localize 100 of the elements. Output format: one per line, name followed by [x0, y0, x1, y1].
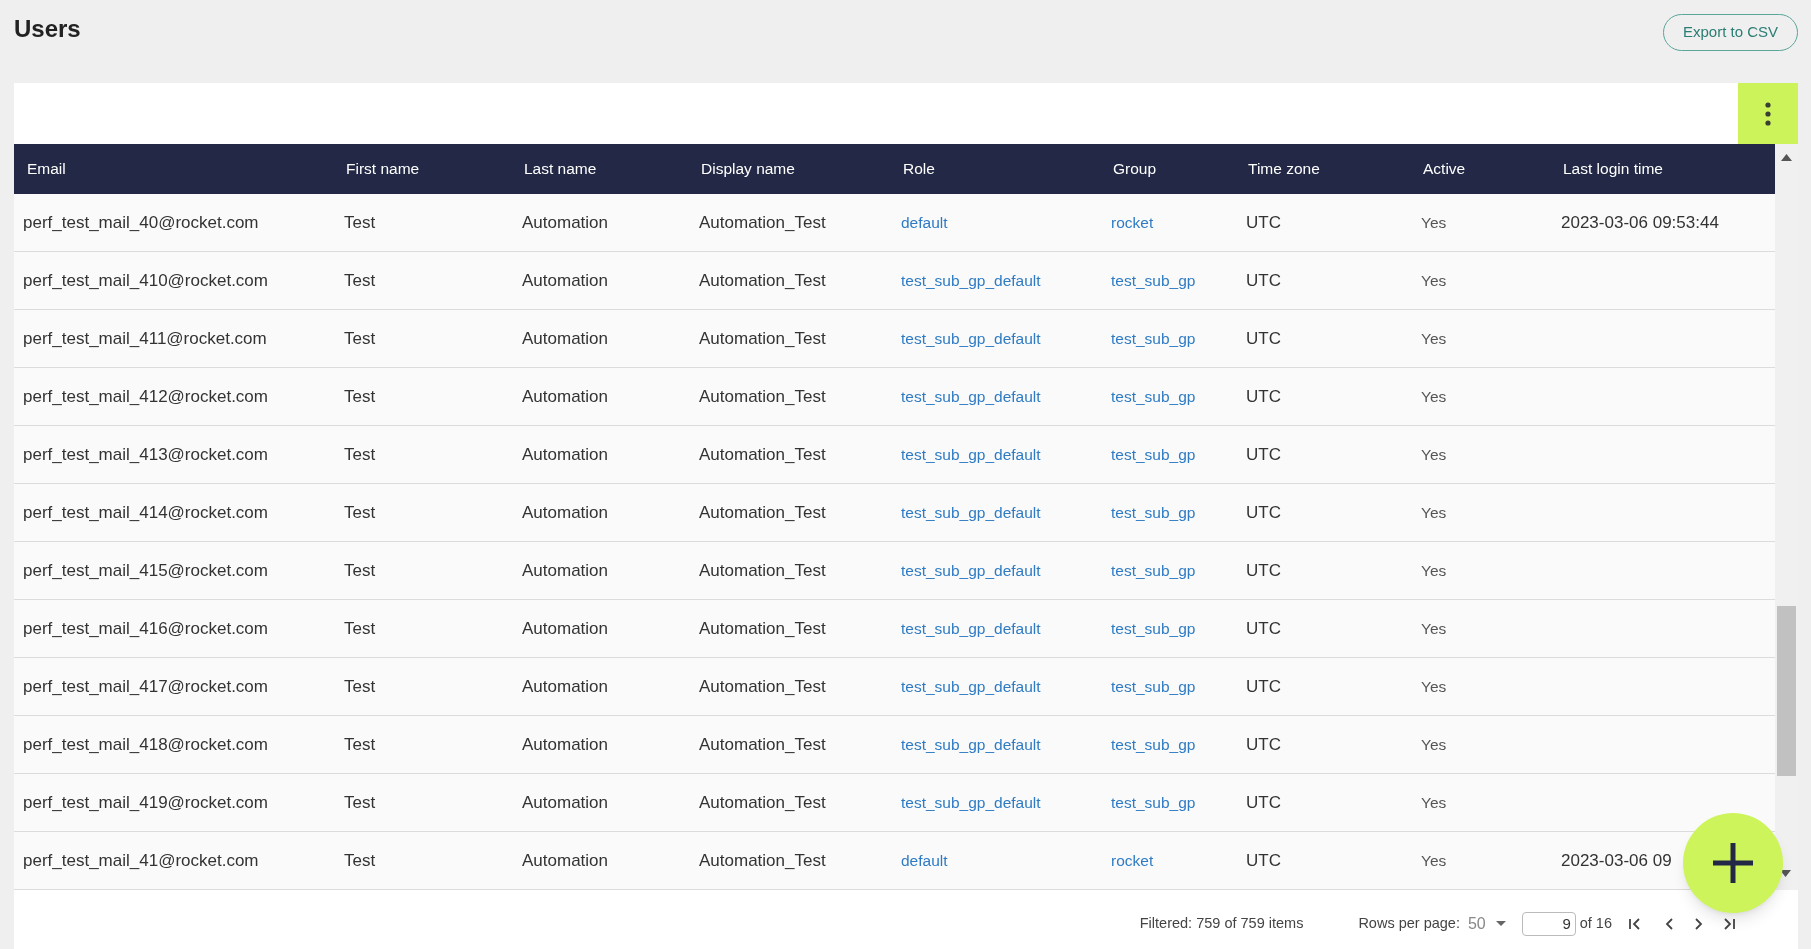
table-cell: Test: [344, 212, 376, 232]
role-link[interactable]: default: [901, 213, 948, 231]
column-header[interactable]: Role: [903, 160, 935, 177]
table-cell: perf_test_mail_417@rocket.com: [23, 676, 268, 696]
table-cell: Yes: [1421, 793, 1447, 811]
group-link[interactable]: test_sub_gp: [1111, 387, 1196, 405]
rows-per-page-label: Rows per page:: [1358, 913, 1460, 933]
table-cell: UTC: [1246, 850, 1281, 870]
role-link[interactable]: test_sub_gp_default: [901, 793, 1041, 811]
table-cell: perf_test_mail_418@rocket.com: [23, 734, 268, 754]
scrollbar-thumb[interactable]: [1777, 606, 1796, 776]
column-header[interactable]: First name: [346, 160, 420, 177]
table-cell: Yes: [1421, 851, 1447, 869]
table-row[interactable]: perf_test_mail_417@rocket.com Test Automation Automation_Test test_sub_gp_default test_sub_gp UTC Yes: [14, 658, 1775, 716]
table-cell: Yes: [1421, 213, 1447, 231]
table-row[interactable]: perf_test_mail_413@rocket.com Test Automation Automation_Test test_sub_gp_default test_sub_gp UTC Yes: [14, 426, 1775, 484]
table-cell: UTC: [1246, 676, 1281, 696]
role-link[interactable]: test_sub_gp_default: [901, 735, 1041, 753]
role-link[interactable]: test_sub_gp_default: [901, 387, 1041, 405]
table-cell: Automation: [522, 502, 608, 522]
table-row[interactable]: perf_test_mail_40@rocket.com Test Automation Automation_Test default rocket UTC Yes 2023-03-06 09:53:44: [14, 194, 1775, 252]
table-row[interactable]: perf_test_mail_416@rocket.com Test Automation Automation_Test test_sub_gp_default test_sub_gp UTC Yes: [14, 600, 1775, 658]
group-link[interactable]: test_sub_gp: [1111, 271, 1196, 289]
scrollbar[interactable]: [1775, 144, 1798, 890]
plus-icon: [1711, 841, 1755, 885]
table-cell: perf_test_mail_416@rocket.com: [23, 618, 268, 638]
role-link[interactable]: test_sub_gp_default: [901, 619, 1041, 637]
table-row[interactable]: perf_test_mail_41@rocket.com Test Automation Automation_Test default rocket UTC Yes 2023-03-06 09: [14, 832, 1775, 890]
role-link[interactable]: test_sub_gp_default: [901, 677, 1041, 695]
table-cell: perf_test_mail_414@rocket.com: [23, 502, 268, 522]
table-cell: Automation_Test: [699, 444, 826, 464]
table-cell: UTC: [1246, 444, 1281, 464]
page-input[interactable]: 9: [1521, 911, 1576, 936]
table-cell: Yes: [1421, 387, 1447, 405]
group-link[interactable]: test_sub_gp: [1111, 793, 1196, 811]
table-row[interactable]: perf_test_mail_414@rocket.com Test Automation Automation_Test test_sub_gp_default test_sub_gp UTC Yes: [14, 484, 1775, 542]
role-link[interactable]: test_sub_gp_default: [901, 503, 1041, 521]
table-cell: Test: [344, 676, 376, 696]
table-cell: Test: [344, 502, 376, 522]
group-link[interactable]: test_sub_gp: [1111, 503, 1196, 521]
column-header[interactable]: Email: [27, 160, 66, 177]
role-link[interactable]: test_sub_gp_default: [901, 561, 1041, 579]
group-link[interactable]: test_sub_gp: [1111, 561, 1196, 579]
group-link[interactable]: test_sub_gp: [1111, 619, 1196, 637]
table-row[interactable]: perf_test_mail_410@rocket.com Test Automation Automation_Test test_sub_gp_default test_sub_gp UTC Yes: [14, 252, 1775, 310]
table-cell: perf_test_mail_415@rocket.com: [23, 560, 268, 580]
table-cell: perf_test_mail_419@rocket.com: [23, 792, 268, 812]
group-link[interactable]: rocket: [1111, 851, 1154, 869]
table-cell: Yes: [1421, 619, 1447, 637]
table-cell: Yes: [1421, 735, 1447, 753]
group-link[interactable]: rocket: [1111, 213, 1154, 231]
scroll-up-icon[interactable]: [1781, 154, 1792, 161]
filtered-count: Filtered: 759 of 759 items: [1139, 913, 1304, 933]
group-link[interactable]: test_sub_gp: [1111, 677, 1196, 695]
column-header[interactable]: Last name: [524, 160, 597, 177]
column-header[interactable]: Display name: [701, 160, 795, 177]
group-link[interactable]: test_sub_gp: [1111, 445, 1196, 463]
table-cell: Automation_Test: [699, 212, 826, 232]
table-cell: perf_test_mail_41@rocket.com: [23, 850, 259, 870]
group-link[interactable]: test_sub_gp: [1111, 735, 1196, 753]
table-cell: Yes: [1421, 445, 1447, 463]
table-cell: Yes: [1421, 271, 1447, 289]
role-link[interactable]: test_sub_gp_default: [901, 329, 1041, 347]
page-count: of 16: [1579, 913, 1612, 933]
column-header[interactable]: Active: [1423, 160, 1466, 177]
column-header[interactable]: Last login time: [1563, 160, 1663, 177]
role-link[interactable]: default: [901, 851, 948, 869]
role-link[interactable]: test_sub_gp_default: [901, 445, 1041, 463]
rows-per-page-select[interactable]: 50: [1467, 911, 1506, 936]
table-row[interactable]: perf_test_mail_419@rocket.com Test Automation Automation_Test test_sub_gp_default test_sub_gp UTC Yes: [14, 774, 1775, 832]
table-cell: Automation_Test: [699, 792, 826, 812]
table-cell: Yes: [1421, 561, 1447, 579]
caret-icon: [1495, 921, 1506, 926]
table-cell: Test: [344, 792, 376, 812]
table-cell: Test: [344, 560, 376, 580]
table-cell: Test: [344, 444, 376, 464]
role-link[interactable]: test_sub_gp_default: [901, 271, 1041, 289]
table-cell: Yes: [1421, 677, 1447, 695]
table-cell: Automation_Test: [699, 270, 826, 290]
group-link[interactable]: test_sub_gp: [1111, 329, 1196, 347]
table-cell: Automation_Test: [699, 328, 826, 348]
table-row[interactable]: perf_test_mail_418@rocket.com Test Automation Automation_Test test_sub_gp_default test_sub_gp UTC Yes: [14, 716, 1775, 774]
table-cell: UTC: [1246, 502, 1281, 522]
column-header[interactable]: Time zone: [1248, 160, 1320, 177]
table-row[interactable]: perf_test_mail_412@rocket.com Test Automation Automation_Test test_sub_gp_default test_sub_gp UTC Yes: [14, 368, 1775, 426]
table-cell: Yes: [1421, 329, 1447, 347]
previous-page-icon[interactable]: [1664, 916, 1674, 931]
table-cell: Test: [344, 328, 376, 348]
first-page-icon[interactable]: [1628, 916, 1642, 931]
table-cell: Automation_Test: [699, 618, 826, 638]
table-row[interactable]: perf_test_mail_415@rocket.com Test Automation Automation_Test test_sub_gp_default test_sub_gp UTC Yes: [14, 542, 1775, 600]
last-page-icon[interactable]: [1722, 916, 1736, 931]
next-page-icon[interactable]: [1694, 916, 1704, 931]
column-header[interactable]: Group: [1113, 160, 1157, 177]
page-title: Users: [14, 14, 81, 44]
table-row[interactable]: perf_test_mail_411@rocket.com Test Automation Automation_Test test_sub_gp_default test_sub_gp UTC Yes: [14, 310, 1775, 368]
table-cell: perf_test_mail_40@rocket.com: [23, 212, 259, 232]
table-cell: Automation: [522, 444, 608, 464]
table-cell: Yes: [1421, 503, 1447, 521]
table-cell: perf_test_mail_412@rocket.com: [23, 386, 268, 406]
